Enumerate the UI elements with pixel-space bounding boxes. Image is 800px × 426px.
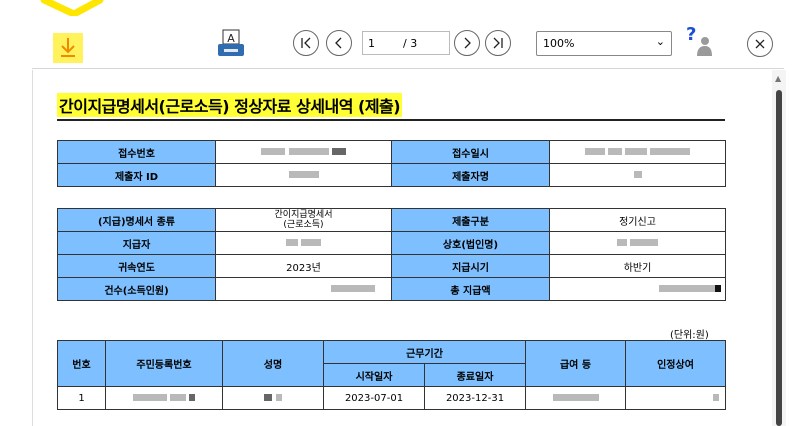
submit-category-label: 제출구분 xyxy=(391,208,550,232)
first-page-icon xyxy=(301,37,311,49)
document-title: 간이지급명세서(근로소득) 정상자료 상세내역 (제출) xyxy=(57,93,403,117)
total-amount-value xyxy=(549,277,726,301)
download-icon xyxy=(61,38,75,57)
col-salary-header: 급여 등 xyxy=(525,340,626,387)
table-row: 제출자 ID 제출자명 xyxy=(57,163,726,187)
row-start-date: 2023-07-01 xyxy=(323,386,425,410)
row-resident-no xyxy=(105,386,223,410)
scroll-thumb[interactable] xyxy=(776,90,782,426)
submitter-name-label: 제출자명 xyxy=(391,163,550,187)
close-button[interactable] xyxy=(747,31,773,57)
submitter-id-value xyxy=(215,163,392,187)
page-number-input[interactable]: 1 / 3 xyxy=(362,31,450,55)
download-button[interactable] xyxy=(53,33,83,63)
col-name-header: 성명 xyxy=(222,340,324,387)
row-name xyxy=(222,386,324,410)
company-value xyxy=(549,231,726,255)
statement-type-line2: (근로소득) xyxy=(283,220,324,230)
svg-text:A: A xyxy=(227,32,235,45)
year-value: 2023년 xyxy=(215,254,392,278)
last-page-icon xyxy=(493,37,503,49)
prev-page-button[interactable] xyxy=(326,30,352,56)
col-no-header: 번호 xyxy=(57,340,106,387)
current-page: 1 xyxy=(368,37,375,50)
statement-type-line1: 간이지급명세서 xyxy=(274,210,333,220)
table-row: 귀속연도 2023년 지급시기 하반기 xyxy=(57,254,726,278)
first-page-button[interactable] xyxy=(293,30,319,56)
prev-page-icon xyxy=(335,37,342,49)
zoom-select[interactable]: 100% ⌄ xyxy=(536,31,672,56)
scroll-up-icon[interactable]: ▲ xyxy=(775,74,781,83)
employee-detail-table: 번호 주민등록번호 성명 근무기간 급여 등 인정상여 시작일자 종료일자 1 … xyxy=(57,340,726,410)
total-pages: / 3 xyxy=(403,37,418,50)
submitter-id-label: 제출자 ID xyxy=(57,163,216,187)
print-icon: A xyxy=(218,29,244,56)
title-underline xyxy=(57,119,725,121)
close-icon xyxy=(755,39,765,49)
count-label: 건수(소득인원) xyxy=(57,277,216,301)
statement-info-table: (지급)명세서 종류 간이지급명세서 (근로소득) 제출구분 정기신고 지급자 … xyxy=(57,208,726,301)
table-header-row: 번호 주민등록번호 성명 근무기간 급여 등 인정상여 xyxy=(57,340,726,387)
row-salary xyxy=(525,386,626,410)
table-row: 지급자 상호(법인명) xyxy=(57,231,726,255)
row-bonus xyxy=(625,386,726,410)
table-row: 1 2023-07-01 2023-12-31 xyxy=(57,386,726,410)
receipt-date-label: 접수일시 xyxy=(391,140,550,164)
unit-label: (단위:원) xyxy=(670,330,709,341)
receipt-date-value xyxy=(549,140,726,164)
help-button[interactable]: ? xyxy=(684,24,716,60)
table-row: 접수번호 접수일시 xyxy=(57,140,726,164)
count-value xyxy=(215,277,392,301)
statement-type-value: 간이지급명세서 (근로소득) xyxy=(215,208,392,232)
receipt-info-table: 접수번호 접수일시 제출자 ID 제출자명 xyxy=(57,140,726,187)
col-bonus-header: 인정상여 xyxy=(625,340,726,387)
col-start-date-header: 시작일자 xyxy=(323,363,425,387)
pay-period-value: 하반기 xyxy=(549,254,726,278)
print-button[interactable]: A xyxy=(216,28,246,60)
total-amount-label: 총 지급액 xyxy=(391,277,550,301)
zoom-value: 100% xyxy=(543,37,575,50)
help-icon xyxy=(697,37,712,56)
col-end-date-header: 종료일자 xyxy=(424,363,526,387)
table-row: 건수(소득인원) 총 지급액 xyxy=(57,277,726,301)
payer-label: 지급자 xyxy=(57,231,216,255)
company-label: 상호(법인명) xyxy=(391,231,550,255)
row-no: 1 xyxy=(57,386,106,410)
payer-value xyxy=(215,231,392,255)
statement-type-label: (지급)명세서 종류 xyxy=(57,208,216,232)
submit-category-value: 정기신고 xyxy=(549,208,726,232)
col-work-period-header: 근무기간 xyxy=(323,340,526,364)
receipt-no-value xyxy=(215,140,392,164)
highlight-stroke xyxy=(40,0,104,16)
submitter-name-value xyxy=(549,163,726,187)
last-page-button[interactable] xyxy=(485,30,511,56)
col-resident-no-header: 주민등록번호 xyxy=(105,340,223,387)
receipt-no-label: 접수번호 xyxy=(57,140,216,164)
pay-period-label: 지급시기 xyxy=(391,254,550,278)
toolbar-divider xyxy=(32,68,784,69)
next-page-button[interactable] xyxy=(454,30,480,56)
row-end-date: 2023-12-31 xyxy=(424,386,526,410)
table-row: (지급)명세서 종류 간이지급명세서 (근로소득) 제출구분 정기신고 xyxy=(57,208,726,232)
chevron-down-icon: ⌄ xyxy=(655,35,665,48)
vertical-scrollbar[interactable]: ▲ xyxy=(772,70,786,426)
year-label: 귀속연도 xyxy=(57,254,216,278)
viewer-toolbar: A 1 / 3 100% ⌄ ? xyxy=(0,0,800,70)
next-page-icon xyxy=(464,37,471,49)
